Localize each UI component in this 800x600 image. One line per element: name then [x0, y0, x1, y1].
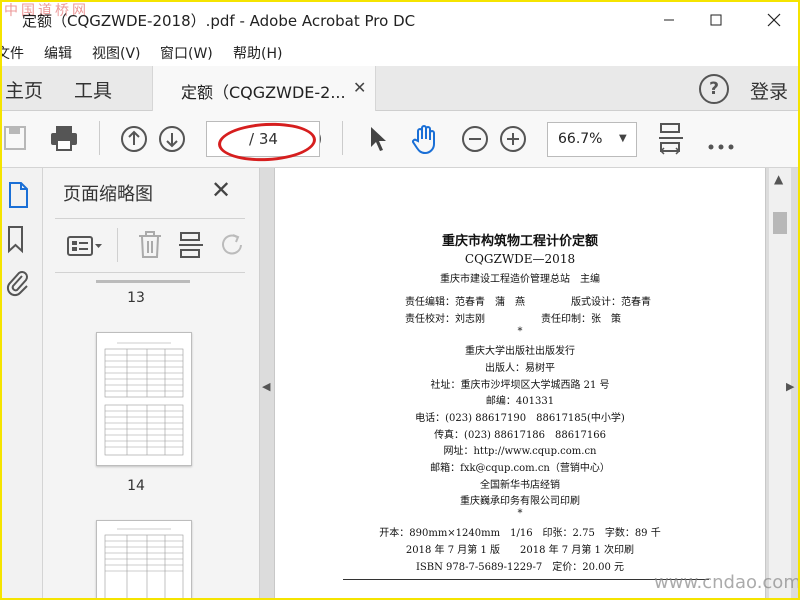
edition-line: 2018 年 7 月第 1 版 2018 年 7 月第 1 次印刷 [405, 545, 635, 556]
previous-page-icon[interactable] [120, 125, 148, 157]
panel-divider [55, 218, 245, 219]
navigation-rail [2, 168, 43, 598]
minimize-icon[interactable] [645, 2, 693, 38]
document-tab-label: 定额（CQGZWDE-2... [181, 83, 346, 102]
scroll-up-icon[interactable]: ▲ [774, 172, 783, 186]
attachment-icon[interactable] [6, 268, 30, 302]
tab-bar: 主页 工具 定额（CQGZWDE-2... ✕ ? 登录 [2, 66, 798, 111]
page-thumbnails-icon[interactable] [6, 182, 30, 214]
login-button[interactable]: 登录 [750, 77, 788, 104]
select-arrow-icon[interactable] [368, 125, 388, 157]
toolbar-divider [99, 121, 100, 155]
menu-window[interactable]: 窗口(W) [160, 43, 213, 63]
format-line: 开本：890mm×1240mm 1/16 印张：2.75 字数：89 千 [379, 528, 661, 539]
help-icon[interactable]: ? [699, 74, 729, 104]
window-title: 定额（CQGZWDE-2018）.pdf - Adobe Acrobat Pro… [22, 12, 416, 30]
chevron-down-icon: ▼ [619, 133, 627, 144]
panel-divider [55, 272, 245, 273]
thumbnail-list: 13 14 [43, 274, 229, 598]
panel-close-icon[interactable]: ✕ [211, 178, 231, 202]
proofreader: 责任校对：刘志刚 [405, 314, 485, 325]
watermark-bottom: www.cndao.com [654, 572, 800, 593]
zoom-select[interactable]: 66.7% ▼ [547, 122, 637, 157]
menu-view[interactable]: 视图(V) [92, 43, 141, 63]
website-line: 网址：http://www.cqup.com.cn [443, 446, 597, 457]
insert-page-icon[interactable] [178, 232, 204, 264]
thumbnail-options-icon[interactable] [67, 236, 103, 260]
toolbar [2, 111, 798, 168]
thumbnail-page-edge [96, 280, 190, 283]
document-view: ◀ 重庆市构筑物工程计价定额 CQGZWDE—2018 重庆市建设工程造价管理总… [260, 168, 798, 598]
title-bar: 中国道桥网 定额（CQGZWDE-2018）.pdf - Adobe Acrob… [2, 2, 798, 38]
separator-star: * [517, 508, 523, 519]
fax-line: 传真：(023) 88617186 88617166 [434, 430, 606, 441]
bookmark-icon[interactable] [6, 226, 26, 258]
menu-edit[interactable]: 编辑 [44, 43, 72, 63]
print-icon[interactable] [50, 125, 78, 155]
menu-bar: 文件 编辑 视图(V) 窗口(W) 帮助(H) [2, 38, 798, 66]
book-code: CQGZWDE—2018 [464, 252, 576, 266]
isbn-line: ISBN 978-7-5689-1229-7 定价：20.00 元 [415, 562, 625, 573]
book-title: 重庆市构筑物工程计价定额 [441, 234, 598, 249]
publisher-line: 重庆大学出版社出版发行 [465, 346, 575, 357]
menu-help[interactable]: 帮助(H) [233, 43, 282, 63]
panel-tool-divider [117, 228, 118, 262]
maximize-icon[interactable] [692, 2, 740, 38]
delete-page-icon[interactable] [138, 231, 162, 263]
scrollbar-thumb[interactable] [773, 212, 787, 234]
print-supervisor: 责任印制：张 策 [541, 314, 621, 325]
right-pane-toggle-icon[interactable]: ▶ [786, 380, 794, 393]
thumbnail-page[interactable] [96, 520, 192, 598]
tab-tools[interactable]: 工具 [74, 76, 112, 103]
page-thumbnails-panel: 页面缩略图 ✕ 13 14 [43, 168, 289, 598]
printer-line: 重庆巍承印务有限公司印刷 [460, 496, 580, 507]
menu-file[interactable]: 文件 [2, 43, 24, 63]
thumbnail-label: 13 [127, 290, 145, 306]
email-line: 邮箱：fxk@cqup.com.cn（营销中心） [430, 463, 610, 474]
publisher-person: 出版人：易树平 [485, 363, 555, 374]
zoom-in-icon[interactable] [499, 125, 527, 157]
next-page-icon[interactable] [158, 125, 186, 157]
toolbar-divider [342, 121, 343, 155]
thumbnail-label: 14 [127, 478, 145, 494]
save-icon[interactable] [4, 125, 28, 155]
zoom-out-icon[interactable] [461, 125, 489, 157]
responsible-editor: 责任编辑：范春青 蒲 燕 [405, 297, 525, 308]
acrobat-window: 中国道桥网 定额（CQGZWDE-2018）.pdf - Adobe Acrob… [0, 0, 800, 600]
rotate-page-icon[interactable] [221, 233, 245, 263]
hand-tool-icon[interactable] [410, 123, 442, 159]
scroll-mode-icon[interactable] [658, 123, 684, 161]
editor-org: 重庆市建设工程造价管理总站 主编 [440, 274, 600, 285]
postcode-line: 邮编：401331 [485, 396, 555, 407]
separator-star: * [517, 326, 523, 337]
tab-document[interactable]: 定额（CQGZWDE-2... ✕ [152, 66, 376, 111]
collapse-panel-icon[interactable]: ◀ [262, 380, 270, 393]
panel-title: 页面缩略图 [63, 184, 153, 205]
distributor-line: 全国新华书店经销 [480, 480, 560, 491]
more-tools-icon[interactable] [708, 135, 734, 154]
tab-home[interactable]: 主页 [5, 76, 43, 103]
layout-designer: 版式设计：范春青 [571, 297, 651, 308]
zoom-value: 66.7% [558, 131, 603, 147]
close-icon[interactable] [750, 2, 798, 38]
thumbnail-page[interactable] [96, 332, 192, 466]
panel-toolbar [43, 224, 259, 268]
tab-close-icon[interactable]: ✕ [353, 78, 366, 97]
pdf-page: 重庆市构筑物工程计价定额 CQGZWDE—2018 重庆市建设工程造价管理总站 … [274, 168, 766, 598]
phone-line: 电话：(023) 88617190 88617185(中小学) [415, 413, 625, 424]
address-line: 社址：重庆市沙坪坝区大学城西路 21 号 [430, 380, 610, 391]
